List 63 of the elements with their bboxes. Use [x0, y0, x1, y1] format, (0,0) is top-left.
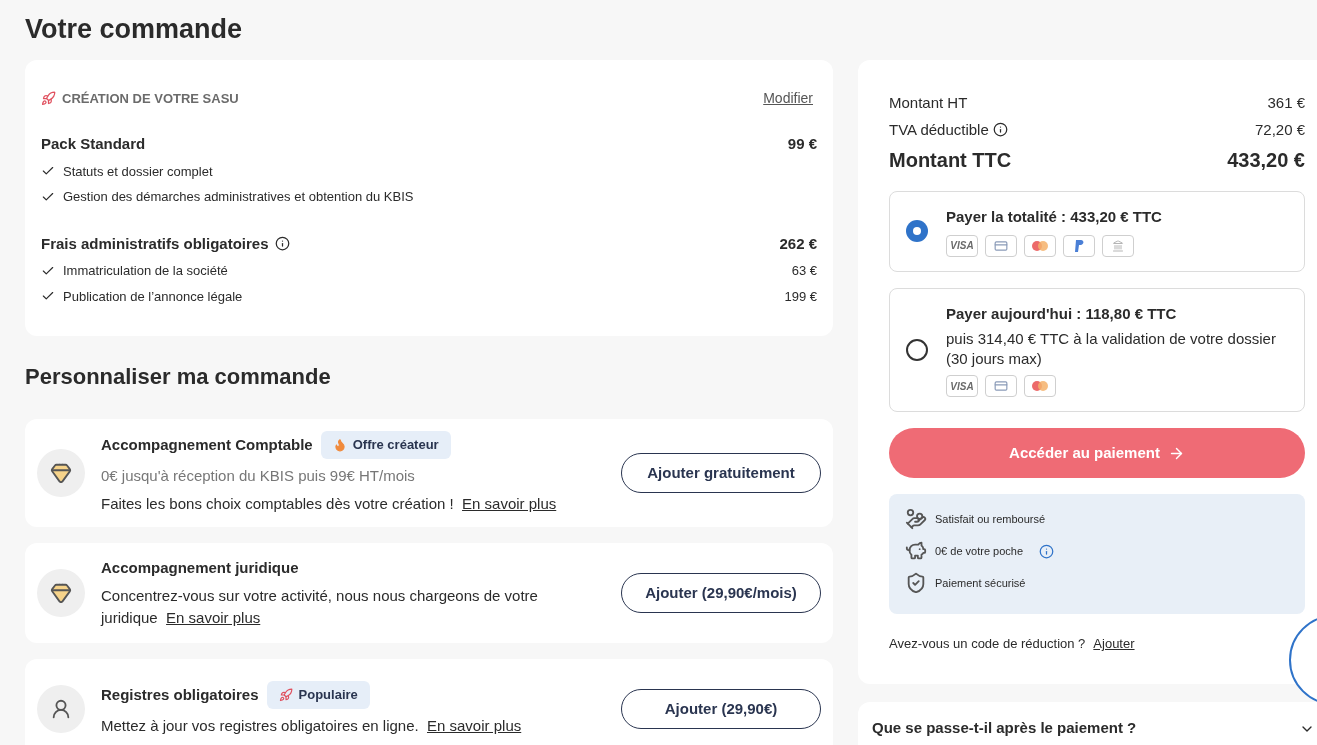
option-name: Accompagnement Comptable — [101, 434, 313, 455]
radio-button[interactable] — [906, 220, 928, 243]
amount-value: 361 € — [1267, 93, 1305, 113]
payment-option[interactable]: Payer aujourd'hui : 118,80 € TTC puis 314,40 € TTC à la validation de votre dossier (30 jours max) VISA — [889, 287, 1305, 412]
piggy-bank-icon — [905, 540, 927, 562]
option-subtitle: 0€ jusqu'à réception du KBIS puis 99€ HT/mois — [101, 465, 416, 486]
group-name: Frais administratifs obligatoires — [41, 233, 269, 254]
item-label: Publication de l’annonce légale — [63, 287, 243, 306]
option-description: Concentrez-vous sur votre activité, nous nous chargeons de votre juridique En savoir plus — [101, 586, 539, 629]
rocket-icon — [41, 91, 56, 106]
learn-more-link[interactable]: En savoir plus — [427, 716, 522, 734]
hand-coin-icon — [905, 508, 927, 530]
radio-button[interactable] — [906, 338, 928, 361]
offer-badge: Populaire — [266, 681, 370, 709]
payment-subtitle: puis 314,40 € TTC à la validation de votre dossier (30 jours max) — [946, 329, 1277, 369]
flame-icon — [332, 437, 347, 452]
group-price: 262 € — [779, 233, 817, 254]
group-name: Pack Standard — [41, 134, 146, 154]
bank-logo — [1102, 234, 1134, 257]
amount-label: Montant HT — [889, 93, 968, 113]
offer-badge: Offre créateur — [320, 431, 451, 459]
modify-link[interactable]: Modifier — [763, 88, 813, 109]
person-icon — [37, 685, 85, 733]
card-logo — [985, 375, 1017, 397]
guarantee-label: Paiement sécurisé — [935, 575, 1026, 591]
amount-value: 72,20 € — [1254, 119, 1305, 140]
paypal-logo — [1063, 234, 1095, 257]
add-discount-link[interactable]: Ajouter — [1093, 634, 1135, 654]
card-logo — [985, 234, 1017, 257]
option-name: Registres obligatoires — [101, 684, 259, 705]
visa-logo: VISA — [946, 234, 978, 257]
item-price: 199 € — [784, 287, 817, 306]
item-label: Gestion des démarches administratives et obtention du KBIS — [63, 188, 414, 206]
faq-item[interactable]: Que se passe-t-il après le paiement ? — [858, 701, 1317, 745]
guarantee-label: Satisfait ou remboursé — [935, 511, 1046, 527]
total-value: 433,20 € — [1227, 148, 1305, 173]
mastercard-logo — [1024, 375, 1056, 397]
item-label: Immatriculation de la société — [63, 262, 228, 280]
shield-icon — [905, 572, 927, 594]
guarantee-label: 0€ de votre poche — [935, 543, 1024, 559]
section-label: CRÉATION DE VOTRE SASU — [62, 89, 239, 108]
learn-more-link[interactable]: En savoir plus — [166, 609, 261, 627]
faq-question: Que se passe-t-il après le paiement ? — [872, 718, 1137, 739]
option-name: Accompagnement juridique — [101, 557, 299, 578]
mastercard-logo — [1024, 234, 1056, 257]
amount-label: TVA déductible — [889, 119, 989, 140]
option-description: Mettez à jour vos registres obligatoires en ligne. En savoir plus — [101, 715, 523, 736]
visa-logo: VISA — [946, 375, 978, 397]
page-title: Votre commande — [25, 13, 244, 46]
learn-more-link[interactable]: En savoir plus — [462, 495, 557, 512]
payment-option[interactable]: Payer la totalité : 433,20 € TTC VISA — [889, 191, 1305, 272]
group-price: 99 € — [787, 134, 817, 154]
info-icon[interactable] — [274, 236, 290, 252]
payment-title: Payer la totalité : 433,20 € TTC — [946, 207, 1162, 227]
total-label: Montant TTC — [889, 148, 1012, 173]
item-price: 63 € — [791, 262, 817, 280]
item-label: Statuts et dossier complet — [63, 162, 213, 181]
payment-title: Payer aujourd'hui : 118,80 € TTC — [946, 303, 1178, 324]
info-icon[interactable] — [992, 122, 1008, 138]
rocket-icon — [278, 688, 293, 702]
discount-question: Avez-vous un code de réduction ? — [889, 635, 1086, 653]
option-description: Faites les bons choix comptables dès votre création ! En savoir plus — [101, 494, 558, 514]
section-title: Personnaliser ma commande — [25, 363, 332, 391]
